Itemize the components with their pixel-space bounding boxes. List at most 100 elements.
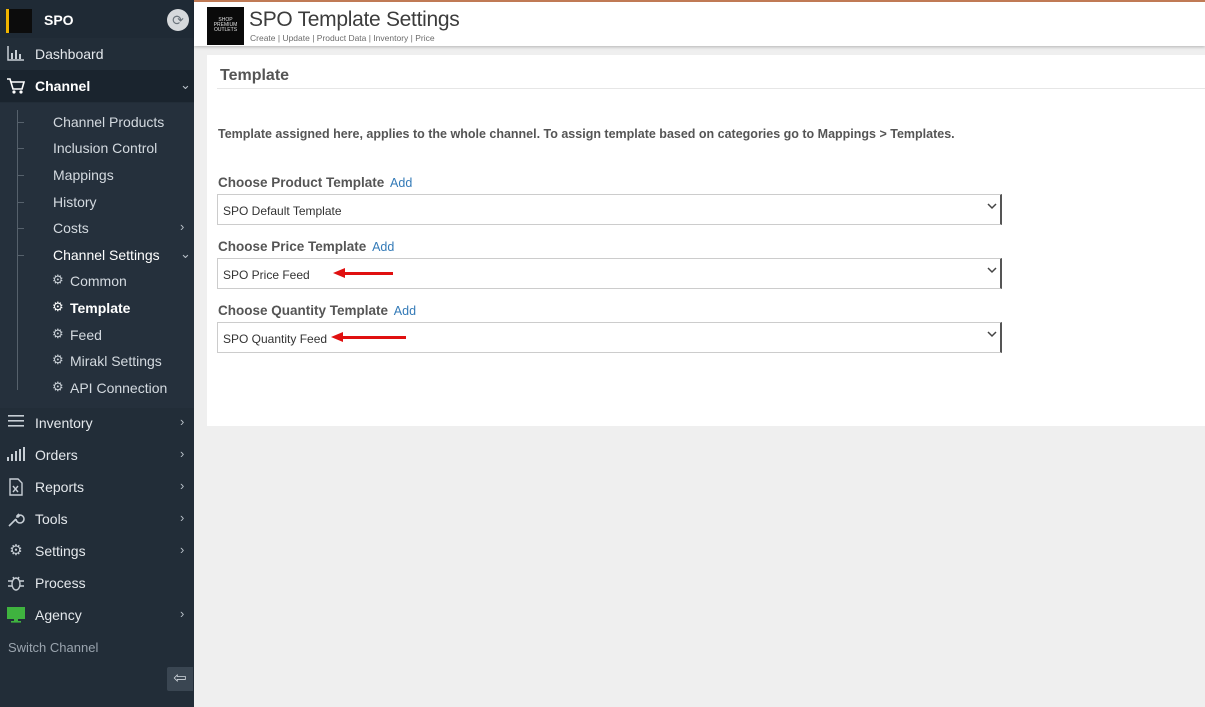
switch-channel-link[interactable]: Switch Channel bbox=[8, 640, 98, 655]
chevron-right-icon: › bbox=[180, 606, 185, 621]
collapse-sidebar-icon[interactable]: ⇦ bbox=[167, 667, 193, 691]
sidebar-item-label: Common bbox=[70, 273, 127, 289]
sidebar-item-channel-settings[interactable]: Channel Settings ⌄ bbox=[0, 242, 194, 268]
product-template-label-text: Choose Product Template bbox=[218, 175, 385, 190]
sidebar-item-label: Channel Settings bbox=[53, 247, 160, 263]
tree-tick bbox=[17, 228, 24, 229]
nav-process[interactable]: Process bbox=[0, 567, 194, 599]
nav-agency[interactable]: Agency › bbox=[0, 599, 194, 631]
monitor-icon bbox=[6, 606, 26, 624]
gear-icon: ⚙ bbox=[9, 542, 23, 559]
nav-dashboard[interactable]: Dashboard bbox=[0, 38, 194, 70]
add-quantity-template-link[interactable]: Add bbox=[394, 304, 416, 318]
sidebar-item-label: Costs bbox=[53, 220, 89, 236]
sidebar-item-label: Mappings bbox=[53, 167, 114, 183]
nav-reports-label: Reports bbox=[35, 479, 85, 495]
nav-inventory[interactable]: Inventory › bbox=[0, 407, 194, 439]
sidebar: SPO ⟳ Dashboard Channel ⌄ Channel Produc… bbox=[0, 0, 194, 707]
sidebar-item-label: Channel Products bbox=[53, 114, 165, 130]
tree-tick bbox=[17, 148, 24, 149]
nav-channel[interactable]: Channel ⌄ bbox=[0, 70, 194, 102]
sidebar-item-history[interactable]: History bbox=[0, 189, 194, 215]
template-panel: Template Template assigned here, applies… bbox=[207, 55, 1205, 426]
tree-tick bbox=[17, 122, 24, 123]
add-price-template-link[interactable]: Add bbox=[372, 240, 394, 254]
product-template-select[interactable]: SPO Default Template bbox=[217, 194, 1002, 225]
price-template-label-text: Choose Price Template bbox=[218, 239, 367, 254]
nav-settings-label: Settings bbox=[35, 543, 86, 559]
nav-channel-label: Channel bbox=[35, 78, 91, 94]
nav-orders[interactable]: Orders › bbox=[0, 439, 194, 471]
chevron-right-icon: › bbox=[180, 542, 185, 557]
sidebar-item-template[interactable]: ⚙ Template bbox=[0, 295, 194, 321]
chevron-right-icon: › bbox=[180, 510, 185, 525]
quantity-template-value: SPO Quantity Feed bbox=[223, 332, 328, 346]
chevron-down-icon: ⌄ bbox=[180, 246, 191, 261]
sidebar-item-inclusion-control[interactable]: Inclusion Control bbox=[0, 135, 194, 161]
gear-icon: ⚙ bbox=[52, 326, 64, 341]
wrench-icon bbox=[6, 510, 26, 528]
page-subtitle: Create | Update | Product Data | Invento… bbox=[250, 33, 435, 43]
chevron-down-icon: ⌄ bbox=[180, 77, 191, 92]
product-template-value: SPO Default Template bbox=[223, 204, 342, 218]
nav-dashboard-label: Dashboard bbox=[35, 46, 104, 62]
signal-bars-icon bbox=[6, 446, 26, 464]
page-header: SHOP PREMIUM OUTLETS SPO Template Settin… bbox=[194, 0, 1205, 46]
page-title: SPO Template Settings bbox=[249, 8, 460, 31]
sidebar-item-label: History bbox=[53, 194, 97, 210]
sidebar-item-feed[interactable]: ⚙ Feed bbox=[0, 322, 194, 348]
brand-logo: SHOP PREMIUM OUTLETS bbox=[207, 7, 244, 45]
product-template-label: Choose Product Template Add bbox=[218, 175, 412, 190]
brand-name: SPO bbox=[44, 12, 74, 28]
chevron-right-icon: › bbox=[180, 414, 185, 429]
sidebar-item-label: Mirakl Settings bbox=[70, 353, 162, 369]
chevron-down-icon bbox=[987, 202, 997, 213]
refresh-icon[interactable]: ⟳ bbox=[167, 9, 189, 31]
tree-tick bbox=[17, 255, 24, 256]
section-title: Template bbox=[220, 67, 290, 84]
nav-tools-label: Tools bbox=[35, 511, 68, 527]
bug-icon bbox=[6, 574, 26, 592]
sidebar-item-label: Feed bbox=[70, 327, 102, 343]
nav-settings[interactable]: ⚙ Settings › bbox=[0, 535, 194, 567]
nav-reports[interactable]: Reports › bbox=[0, 471, 194, 503]
nav-tools[interactable]: Tools › bbox=[0, 503, 194, 535]
bar-chart-icon bbox=[6, 45, 26, 63]
sidebar-item-costs[interactable]: Costs › bbox=[0, 215, 194, 241]
nav-agency-label: Agency bbox=[35, 607, 82, 623]
price-template-label: Choose Price Template Add bbox=[218, 239, 394, 254]
sidebar-item-mirakl-settings[interactable]: ⚙ Mirakl Settings bbox=[0, 348, 194, 374]
sidebar-item-api-connection[interactable]: ⚙ API Connection bbox=[0, 375, 194, 401]
chevron-right-icon: › bbox=[180, 446, 185, 461]
excel-file-icon bbox=[6, 478, 26, 496]
brand-logo bbox=[6, 9, 32, 33]
chevron-right-icon: › bbox=[180, 478, 185, 493]
gear-icon: ⚙ bbox=[52, 272, 64, 287]
template-note: Template assigned here, applies to the w… bbox=[218, 127, 955, 141]
sidebar-item-mappings[interactable]: Mappings bbox=[0, 162, 194, 188]
gear-icon: ⚙ bbox=[52, 379, 64, 394]
sidebar-item-common[interactable]: ⚙ Common bbox=[0, 268, 194, 294]
tree-tick bbox=[17, 202, 24, 203]
brand-bar: SPO ⟳ bbox=[0, 0, 194, 38]
sidebar-item-label: Inclusion Control bbox=[53, 140, 158, 156]
menu-lines-icon bbox=[6, 414, 26, 432]
nav-process-label: Process bbox=[35, 575, 86, 591]
quantity-template-label: Choose Quantity Template Add bbox=[218, 303, 416, 318]
annotation-arrow bbox=[333, 268, 393, 278]
arrow-shaft bbox=[341, 272, 393, 275]
nav-orders-label: Orders bbox=[35, 447, 78, 463]
chevron-right-icon: › bbox=[180, 219, 185, 234]
divider bbox=[217, 88, 1205, 89]
cart-icon bbox=[6, 77, 26, 95]
sidebar-item-label: Template bbox=[70, 300, 131, 316]
gear-icon: ⚙ bbox=[52, 352, 64, 367]
sidebar-item-channel-products[interactable]: Channel Products bbox=[0, 109, 194, 135]
annotation-arrow bbox=[331, 332, 406, 342]
add-product-template-link[interactable]: Add bbox=[390, 176, 412, 190]
arrow-shaft bbox=[339, 336, 406, 339]
price-template-value: SPO Price Feed bbox=[223, 268, 310, 282]
sidebar-item-label: API Connection bbox=[70, 380, 168, 396]
chevron-down-icon bbox=[987, 330, 997, 341]
gear-icon: ⚙ bbox=[52, 299, 64, 314]
